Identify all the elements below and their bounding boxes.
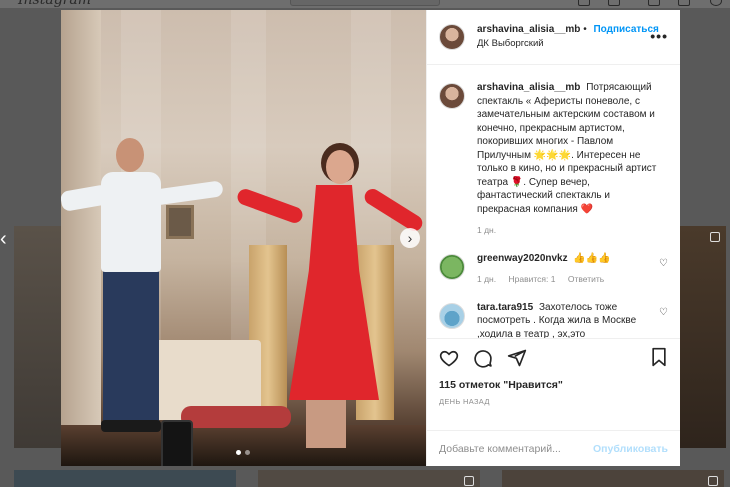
- author-avatar[interactable]: [439, 83, 465, 109]
- background-post-tile: [14, 470, 236, 487]
- caption-time[interactable]: 1 дн.: [477, 225, 496, 235]
- publish-button[interactable]: Опубликовать: [593, 443, 668, 455]
- actor-arm: [152, 180, 224, 206]
- commenter-avatar[interactable]: [439, 253, 465, 280]
- comment-likes[interactable]: Нравится: 1: [508, 274, 555, 284]
- post-photo[interactable]: ›: [61, 10, 426, 466]
- more-icon[interactable]: •••: [650, 28, 668, 44]
- carousel-badge-icon: [464, 476, 474, 486]
- background-search: [290, 0, 440, 6]
- carousel-badge-icon: [710, 232, 720, 242]
- caption-username[interactable]: arshavina_alisia__mb: [477, 82, 580, 93]
- bg-avatar-icon: [710, 0, 722, 6]
- portrait-frame: [166, 205, 194, 239]
- actor-legs: [103, 268, 159, 428]
- actor-shoes: [101, 420, 161, 432]
- comment-username[interactable]: greenway2020nvkz: [477, 253, 568, 264]
- bg-nav-icon: [678, 0, 690, 6]
- list-item: tara.tara915 Захотелось тоже посмотреть …: [439, 301, 668, 338]
- flower-box: [181, 406, 291, 428]
- background-post-tile: [502, 470, 724, 487]
- reply-button[interactable]: Ответить: [568, 274, 604, 284]
- heart-icon[interactable]: ♡: [659, 307, 668, 318]
- actor-shirt: [101, 172, 161, 272]
- comment-username[interactable]: tara.tara915: [477, 302, 533, 313]
- carousel-dot: [245, 450, 250, 455]
- chevron-right-icon[interactable]: ›: [400, 228, 420, 248]
- carousel-dots: [236, 450, 250, 455]
- heart-icon[interactable]: ♡: [659, 258, 668, 269]
- share-icon[interactable]: [507, 348, 527, 368]
- post-side-panel: arshavina_alisia__mb • Подписаться ДК Вы…: [426, 10, 680, 466]
- carousel-badge-icon: [708, 476, 718, 486]
- background-post-tile: [14, 226, 62, 448]
- follow-button[interactable]: Подписаться: [593, 24, 658, 35]
- author-username[interactable]: arshavina_alisia__mb: [477, 24, 580, 35]
- actor-head: [116, 138, 144, 172]
- heart-icon[interactable]: [439, 348, 459, 368]
- bookmark-icon[interactable]: [650, 347, 668, 372]
- actress-legs: [306, 398, 346, 448]
- curtain: [61, 10, 101, 430]
- post-header: arshavina_alisia__mb • Подписаться ДК Вы…: [427, 10, 680, 65]
- likes-count[interactable]: 115 отметок "Нравится": [439, 379, 668, 391]
- phone-in-foreground: [161, 420, 193, 466]
- post-date[interactable]: ДЕНЬ НАЗАД: [439, 397, 668, 406]
- comment-input[interactable]: [439, 442, 594, 455]
- commenter-avatar[interactable]: [439, 302, 465, 329]
- author-avatar[interactable]: [439, 24, 465, 50]
- post-modal: › arshavina_alisia__mb • Подписаться ДК …: [61, 10, 680, 466]
- comment-text: 👍👍👍: [573, 252, 611, 264]
- chevron-left-icon[interactable]: ‹: [0, 228, 7, 251]
- bg-nav-icon: [648, 0, 660, 6]
- background-header: Instagram: [0, 0, 730, 8]
- bg-nav-icon: [578, 0, 590, 6]
- instagram-logo: Instagram: [18, 0, 91, 8]
- caption: arshavina_alisia__mb Потрясающий спектак…: [439, 81, 668, 238]
- background-post-tile: [680, 226, 726, 448]
- carousel-dot: [236, 450, 241, 455]
- actress-head: [326, 150, 354, 184]
- comment-icon[interactable]: [473, 348, 493, 368]
- bg-nav-icon: [608, 0, 620, 6]
- comments-list: arshavina_alisia__mb Потрясающий спектак…: [427, 65, 680, 338]
- caption-text: Потрясающий спектакль « Аферисты поневол…: [477, 82, 657, 215]
- add-comment-bar: Опубликовать: [427, 430, 680, 466]
- list-item: greenway2020nvkz 👍👍👍 1 дн. Нравится: 1 О…: [439, 252, 668, 287]
- comment-time[interactable]: 1 дн.: [477, 274, 496, 284]
- post-actions: 115 отметок "Нравится" ДЕНЬ НАЗАД: [427, 338, 680, 430]
- background-post-tile: [258, 470, 480, 487]
- post-location[interactable]: ДК Выборгский: [477, 37, 659, 51]
